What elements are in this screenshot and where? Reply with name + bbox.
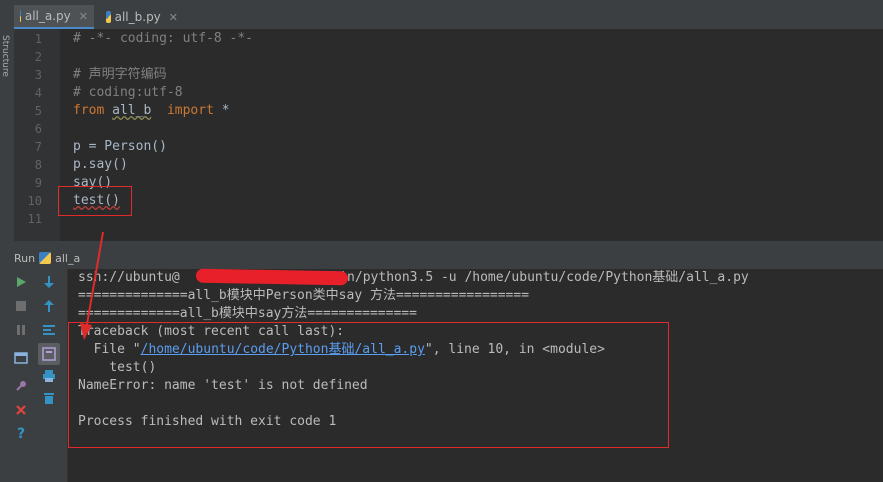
trash-icon[interactable] [40, 389, 58, 407]
editor-tab-bar: all_a.py ✕ all_b.py ✕ [0, 5, 883, 30]
line-number: 5 [34, 104, 42, 118]
code-line-7: p = Person() [73, 139, 167, 154]
line-number: 8 [34, 158, 42, 172]
pause-icon[interactable] [12, 321, 30, 339]
rerun-down-icon[interactable] [40, 273, 58, 291]
line-number: 7 [34, 140, 42, 154]
structure-tool-label: Structure [0, 35, 10, 77]
close-tab-icon[interactable]: ✕ [169, 11, 178, 24]
command-prefix: ssh://ubuntu@ [78, 270, 180, 285]
line-number: 6 [34, 122, 42, 136]
python-file-icon [20, 10, 21, 22]
code-line-3: # 声明字符编码 [73, 67, 167, 82]
print-icon[interactable] [40, 367, 58, 385]
redaction-mark [195, 268, 349, 286]
wildcard: * [221, 103, 230, 118]
pin-icon[interactable] [12, 377, 30, 395]
annotation-box-code [58, 186, 132, 216]
code-line-5: from all_b import * [73, 102, 230, 120]
line-number: 2 [34, 50, 42, 64]
line-number: 1 [34, 32, 42, 46]
layout-icon[interactable] [12, 349, 30, 367]
code-line-1: # -*- coding: utf-8 -*- [73, 31, 254, 46]
module-name: all_b [112, 103, 152, 118]
scroll-to-end-icon[interactable] [38, 343, 60, 365]
help-icon[interactable]: ? [12, 425, 30, 443]
python-run-config-icon [39, 252, 52, 264]
soft-wrap-icon[interactable] [40, 321, 58, 339]
run-icon[interactable] [12, 273, 30, 291]
keyword-from: from [73, 103, 105, 118]
python-file-icon [106, 11, 111, 23]
run-config-name[interactable]: all_a [55, 252, 80, 265]
line-number: 10 [27, 194, 42, 208]
console-line: =============all_b模块中say方法============== [78, 306, 417, 321]
line-number: 4 [34, 86, 42, 100]
keyword-import: import [166, 103, 214, 118]
structure-tool-strip[interactable]: Structure [0, 29, 14, 241]
run-panel-header: Run all_a [0, 247, 883, 269]
console-command-line: ssh://ubuntu@ r/bin/python3.5 -u /home/ub… [78, 269, 749, 287]
command-suffix: r/bin/python3.5 -u /home/ubuntu/code/Pyt… [315, 270, 749, 285]
line-number: 11 [27, 212, 42, 226]
close-tab-icon[interactable]: ✕ [79, 10, 88, 23]
close-icon[interactable] [12, 401, 30, 419]
scroll-up-icon[interactable] [40, 297, 58, 315]
code-line-8: p.say() [73, 157, 128, 172]
annotation-box-traceback [68, 322, 669, 448]
tab-all-a[interactable]: all_a.py ✕ [14, 5, 94, 29]
console-line: ==============all_b模块中Person类中say 方法====… [78, 288, 530, 303]
run-label: Run [14, 251, 36, 265]
code-editor[interactable]: # -*- coding: utf-8 -*- # 声明字符编码 # codin… [60, 29, 883, 241]
tab-label: all_a.py [24, 9, 71, 23]
line-number-gutter: 1 2 3 4 5 6 7 8 9 10 11 [14, 29, 74, 241]
line-number: 9 [34, 176, 42, 190]
run-toolbar: ? [0, 269, 68, 482]
code-line-4: # coding:utf-8 [73, 85, 183, 100]
line-number: 3 [34, 68, 42, 82]
tab-all-b[interactable]: all_b.py ✕ [100, 5, 184, 29]
stop-icon[interactable] [12, 297, 30, 315]
tab-label: all_b.py [114, 10, 161, 24]
